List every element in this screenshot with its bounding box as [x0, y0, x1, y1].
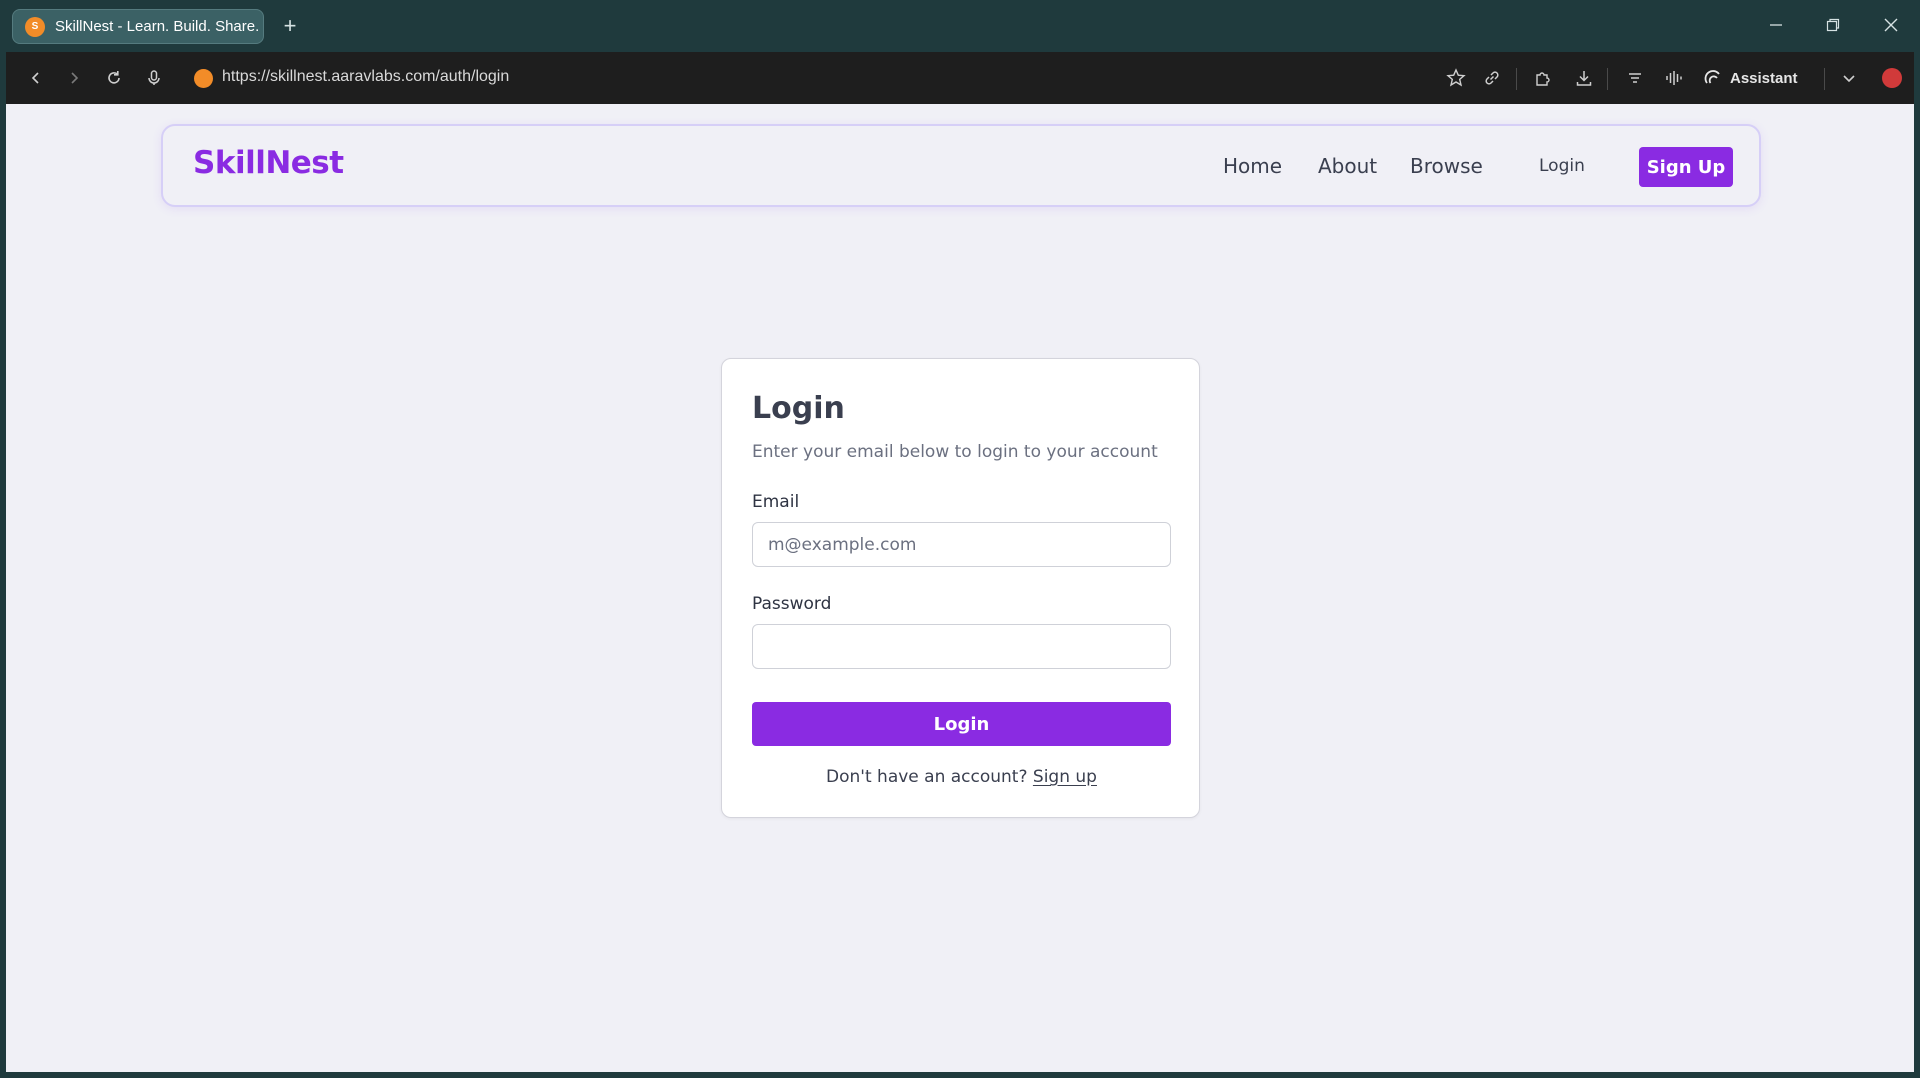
email-label: Email: [752, 492, 800, 512]
link-icon: [1485, 71, 1499, 85]
password-label: Password: [752, 594, 832, 614]
signup-prompt: Don't have an account? Sign up: [722, 767, 1201, 787]
microphone-icon: [148, 70, 160, 85]
tab-title: SkillNest - Learn. Build. Share.: [55, 18, 260, 35]
browser-tab-active[interactable]: S SkillNest - Learn. Build. Share.: [12, 9, 264, 44]
login-title: Login: [752, 391, 845, 426]
close-icon: [1884, 18, 1898, 32]
reading-list-button[interactable]: [1623, 66, 1647, 90]
star-icon: [1446, 68, 1466, 87]
minimize-icon: [1770, 24, 1782, 26]
password-field[interactable]: [752, 624, 1171, 669]
site-logo[interactable]: SkillNest: [193, 145, 344, 181]
reload-button[interactable]: [102, 66, 126, 90]
minimize-window-button[interactable]: [1758, 10, 1794, 40]
list-icon: [1629, 73, 1641, 83]
back-arrow-icon: [31, 72, 39, 84]
voice-search-button[interactable]: [142, 66, 166, 90]
toolbar-divider: [1607, 68, 1608, 90]
assistant-label: Assistant: [1730, 69, 1798, 87]
profile-avatar[interactable]: [1882, 68, 1902, 88]
close-window-button[interactable]: [1873, 10, 1909, 40]
login-card: Login Enter your email below to login to…: [721, 358, 1200, 818]
nav-home-link[interactable]: Home: [1223, 154, 1282, 178]
site-navbar: SkillNest Home About Browse Login Sign U…: [161, 124, 1761, 207]
audio-button[interactable]: [1662, 66, 1686, 90]
nav-signup-button[interactable]: Sign Up: [1639, 147, 1733, 187]
restore-icon: [1826, 18, 1840, 32]
signup-prompt-text: Don't have an account?: [826, 767, 1028, 787]
bookmark-button[interactable]: [1444, 66, 1468, 90]
login-submit-button[interactable]: Login: [752, 702, 1171, 746]
address-bar[interactable]: https://skillnest.aaravlabs.com/auth/log…: [222, 68, 509, 86]
chevron-down-icon: [1843, 75, 1855, 83]
new-tab-button[interactable]: +: [278, 12, 302, 40]
downloads-button[interactable]: [1572, 66, 1596, 90]
extensions-button[interactable]: [1531, 66, 1555, 90]
nav-login-link[interactable]: Login: [1539, 156, 1585, 176]
copy-link-button[interactable]: [1480, 66, 1504, 90]
nav-about-link[interactable]: About: [1318, 154, 1377, 178]
forward-button[interactable]: [62, 66, 86, 90]
login-subtitle: Enter your email below to login to your …: [752, 442, 1158, 462]
browser-titlebar: S SkillNest - Learn. Build. Share. +: [0, 0, 1920, 52]
toolbar-divider: [1516, 68, 1517, 90]
assistant-button[interactable]: Assistant: [1704, 66, 1798, 90]
reload-icon: [108, 71, 120, 84]
audio-wave-icon: [1666, 71, 1682, 85]
email-field[interactable]: [752, 522, 1171, 567]
site-favicon-icon: S: [25, 16, 45, 37]
download-icon: [1576, 71, 1592, 86]
puzzle-icon: [1536, 72, 1550, 86]
toolbar-divider: [1824, 68, 1825, 90]
browser-toolbar: https://skillnest.aaravlabs.com/auth/log…: [6, 52, 1914, 104]
back-button[interactable]: [24, 66, 48, 90]
page-viewport: SkillNest Home About Browse Login Sign U…: [6, 104, 1914, 1072]
signup-link[interactable]: Sign up: [1033, 767, 1097, 787]
nav-browse-link[interactable]: Browse: [1410, 154, 1483, 178]
forward-arrow-icon: [71, 72, 79, 84]
assistant-icon: [1704, 70, 1720, 84]
restore-window-button[interactable]: [1815, 10, 1851, 40]
tab-menu-button[interactable]: [1837, 66, 1861, 90]
url-site-icon: [194, 69, 213, 88]
